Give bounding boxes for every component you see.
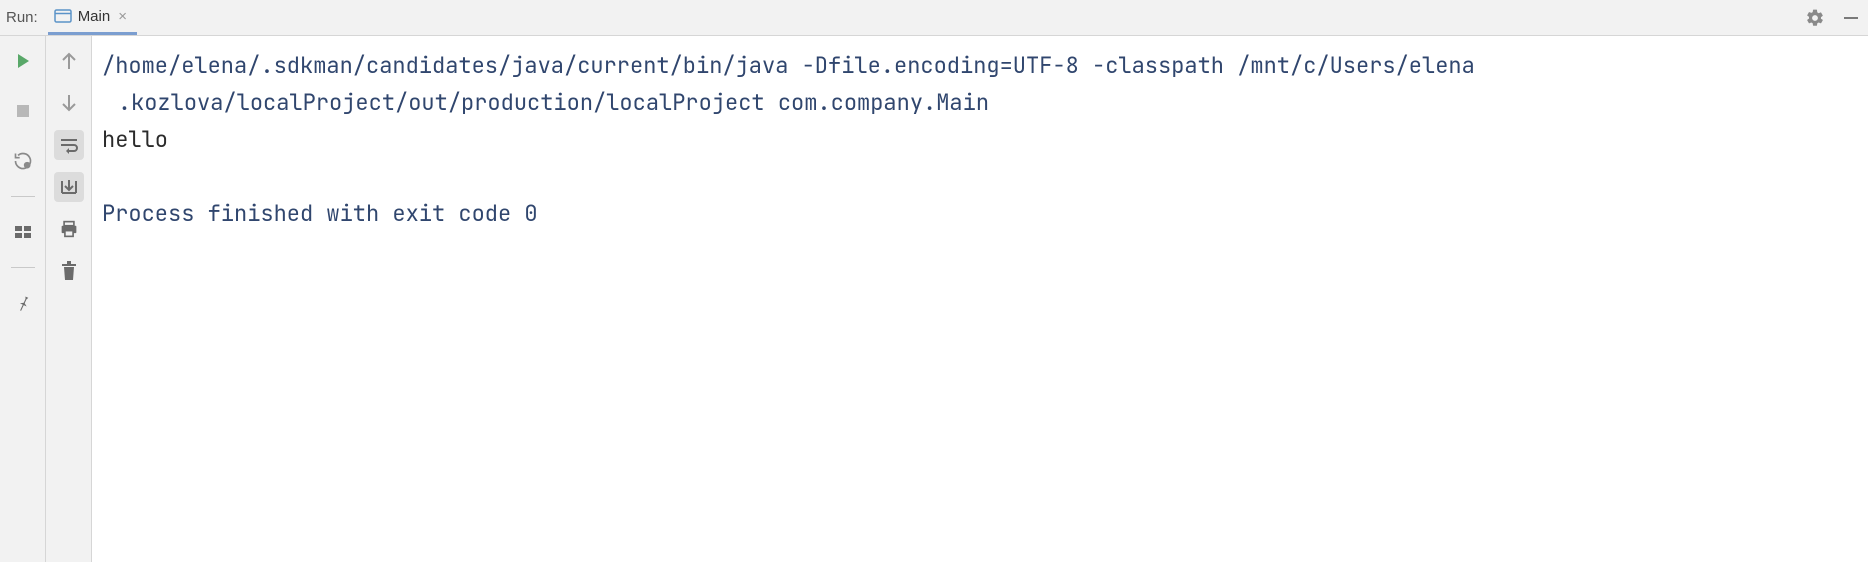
print-icon[interactable] — [54, 214, 84, 244]
layout-icon[interactable] — [8, 217, 38, 247]
stdout-line: hello — [102, 125, 168, 154]
rerun-icon[interactable] — [8, 46, 38, 76]
command-line-wrap: .kozlova/localProject/out/production/loc… — [102, 88, 989, 117]
minimize-icon[interactable] — [1840, 7, 1862, 29]
gear-icon[interactable] — [1804, 7, 1826, 29]
command-line: /home/elena/.sdkman/candidates/java/curr… — [102, 51, 1475, 80]
up-arrow-icon[interactable] — [54, 46, 84, 76]
close-icon[interactable]: × — [118, 9, 127, 24]
exit-code-line: Process finished with exit code 0 — [102, 199, 538, 228]
stop-icon[interactable] — [8, 96, 38, 126]
soft-wrap-icon[interactable] — [54, 130, 84, 160]
console-action-gutter — [46, 36, 92, 562]
run-tabbar: Run: Main × — [0, 0, 1868, 36]
run-tab-main[interactable]: Main × — [48, 0, 137, 35]
left-action-gutter — [0, 36, 46, 562]
trash-icon[interactable] — [54, 256, 84, 286]
run-body: /home/elena/.sdkman/candidates/java/curr… — [0, 36, 1868, 562]
run-label: Run: — [0, 9, 48, 26]
scroll-to-end-icon[interactable] — [54, 172, 84, 202]
separator — [11, 196, 35, 197]
down-arrow-icon[interactable] — [54, 88, 84, 118]
separator — [11, 267, 35, 268]
application-icon — [54, 7, 72, 25]
restart-debug-icon[interactable] — [8, 146, 38, 176]
run-tab-label: Main — [78, 8, 111, 25]
tabbar-actions — [1804, 7, 1868, 29]
run-tool-window: Run: Main × — [0, 0, 1868, 562]
console-output[interactable]: /home/elena/.sdkman/candidates/java/curr… — [92, 36, 1868, 562]
pin-icon[interactable] — [8, 288, 38, 318]
